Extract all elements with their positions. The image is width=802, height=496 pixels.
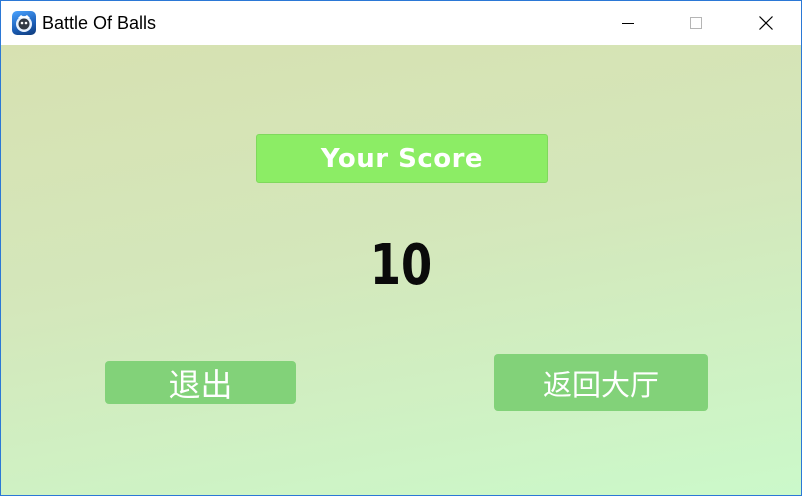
exit-button[interactable]: 退出 (105, 361, 296, 404)
maximize-button[interactable] (673, 1, 719, 45)
minimize-button[interactable] (605, 1, 651, 45)
game-window: Battle Of Balls Your Score 10 退出 返回大厅 (0, 0, 802, 496)
score-value: 10 (369, 233, 433, 298)
game-over-screen: Your Score 10 退出 返回大厅 (1, 45, 801, 495)
your-score-label: Your Score (256, 134, 548, 183)
maximize-icon (690, 17, 702, 29)
return-to-lobby-button[interactable]: 返回大厅 (494, 354, 708, 411)
title-bar[interactable]: Battle Of Balls (1, 1, 801, 45)
app-icon (12, 11, 36, 35)
close-button[interactable] (743, 1, 789, 45)
close-icon (759, 16, 773, 30)
window-title: Battle Of Balls (42, 13, 157, 33)
minimize-icon (622, 23, 634, 24)
